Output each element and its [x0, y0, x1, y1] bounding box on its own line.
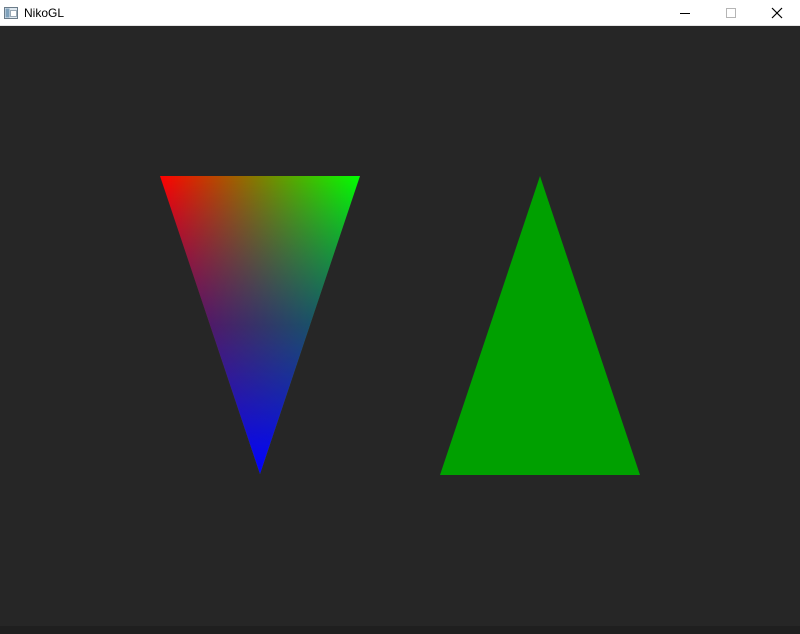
maximize-button[interactable] [708, 0, 754, 26]
render-canvas [160, 176, 640, 475]
app-window: NikoGL [0, 0, 800, 634]
minimize-icon [680, 13, 690, 14]
maximize-icon [726, 8, 736, 18]
close-button[interactable] [754, 0, 800, 26]
green-triangle [440, 176, 640, 475]
window-bottom-edge [0, 626, 800, 634]
window-title: NikoGL [24, 6, 65, 20]
app-window-icon [4, 6, 18, 19]
close-icon [771, 7, 783, 19]
render-viewport[interactable] [0, 26, 800, 626]
title-bar[interactable]: NikoGL [0, 0, 800, 26]
minimize-button[interactable] [662, 0, 708, 26]
gradient-triangle [160, 176, 360, 474]
